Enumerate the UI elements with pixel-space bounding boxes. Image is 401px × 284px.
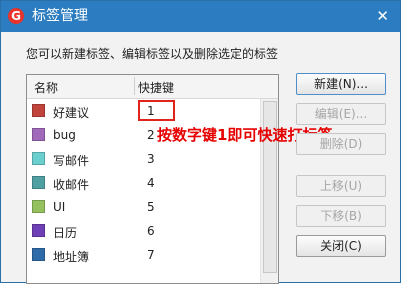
edit-tag-button[interactable]: 编辑(E)... — [296, 103, 386, 125]
dialog-description: 您可以新建标签、编辑标签以及删除选定的标签 — [26, 47, 279, 61]
tag-row[interactable]: 收邮件 4 — [27, 171, 260, 195]
shortcut-highlight-box — [138, 100, 175, 121]
tag-color-swatch — [32, 248, 45, 261]
tag-name: 写邮件 — [53, 154, 90, 168]
tag-shortcut: 5 — [147, 200, 155, 214]
list-header: 名称 快捷键 — [27, 75, 278, 99]
tag-color-swatch — [32, 104, 45, 117]
tag-name: bug — [53, 128, 76, 142]
new-tag-button[interactable]: 新建(N)... — [296, 73, 386, 95]
app-logo-icon: G — [8, 8, 24, 24]
column-divider[interactable] — [134, 77, 135, 95]
delete-tag-button[interactable]: 删除(D) — [296, 133, 386, 155]
title-bar: G 标签管理 ✕ — [1, 1, 400, 32]
tag-color-swatch — [32, 200, 45, 213]
move-down-button[interactable]: 下移(B) — [296, 205, 386, 227]
tag-manager-dialog: G 标签管理 ✕ 您可以新建标签、编辑标签以及删除选定的标签 名称 快捷键 好建… — [0, 0, 401, 284]
tag-row[interactable]: UI 5 — [27, 195, 260, 219]
move-up-button[interactable]: 上移(U) — [296, 175, 386, 197]
tag-name: 日历 — [53, 226, 78, 240]
tag-shortcut: 7 — [147, 248, 155, 262]
tag-list[interactable]: 名称 快捷键 好建议 1 bug 2 写邮件 3 收邮件 4 UI 5 日历 6… — [26, 74, 279, 284]
tag-name: UI — [53, 200, 66, 214]
tag-row[interactable]: 日历 6 — [27, 219, 260, 243]
tag-shortcut: 4 — [147, 176, 155, 190]
tag-row[interactable]: 地址簿 7 — [27, 243, 260, 267]
column-header-name[interactable]: 名称 — [34, 79, 58, 96]
column-header-shortcut[interactable]: 快捷键 — [138, 79, 174, 96]
tag-color-swatch — [32, 224, 45, 237]
tag-shortcut: 3 — [147, 152, 155, 166]
tag-name: 好建议 — [53, 106, 90, 120]
close-icon[interactable]: ✕ — [376, 7, 389, 25]
tag-shortcut: 2 — [147, 128, 155, 142]
tag-color-swatch — [32, 128, 45, 141]
tag-color-swatch — [32, 176, 45, 189]
tag-row[interactable]: 好建议 1 — [27, 99, 260, 123]
tag-shortcut: 6 — [147, 224, 155, 238]
tag-name: 地址簿 — [53, 250, 90, 264]
tag-row[interactable]: 写邮件 3 — [27, 147, 260, 171]
window-title: 标签管理 — [32, 8, 88, 24]
close-button[interactable]: 关闭(C) — [296, 235, 386, 257]
tag-color-swatch — [32, 152, 45, 165]
tag-name: 收邮件 — [53, 178, 90, 192]
